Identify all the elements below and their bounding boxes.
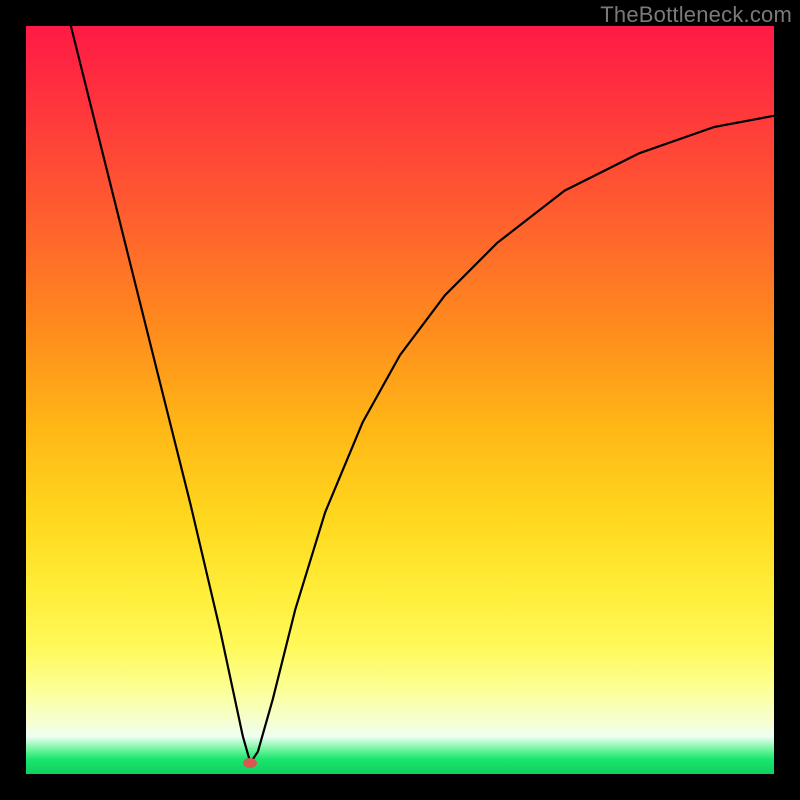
chart-frame: TheBottleneck.com: [0, 0, 800, 800]
optimal-point-marker: [243, 758, 257, 768]
watermark-text: TheBottleneck.com: [600, 2, 792, 28]
bottleneck-curve: [26, 26, 774, 774]
plot-area: [26, 26, 774, 774]
